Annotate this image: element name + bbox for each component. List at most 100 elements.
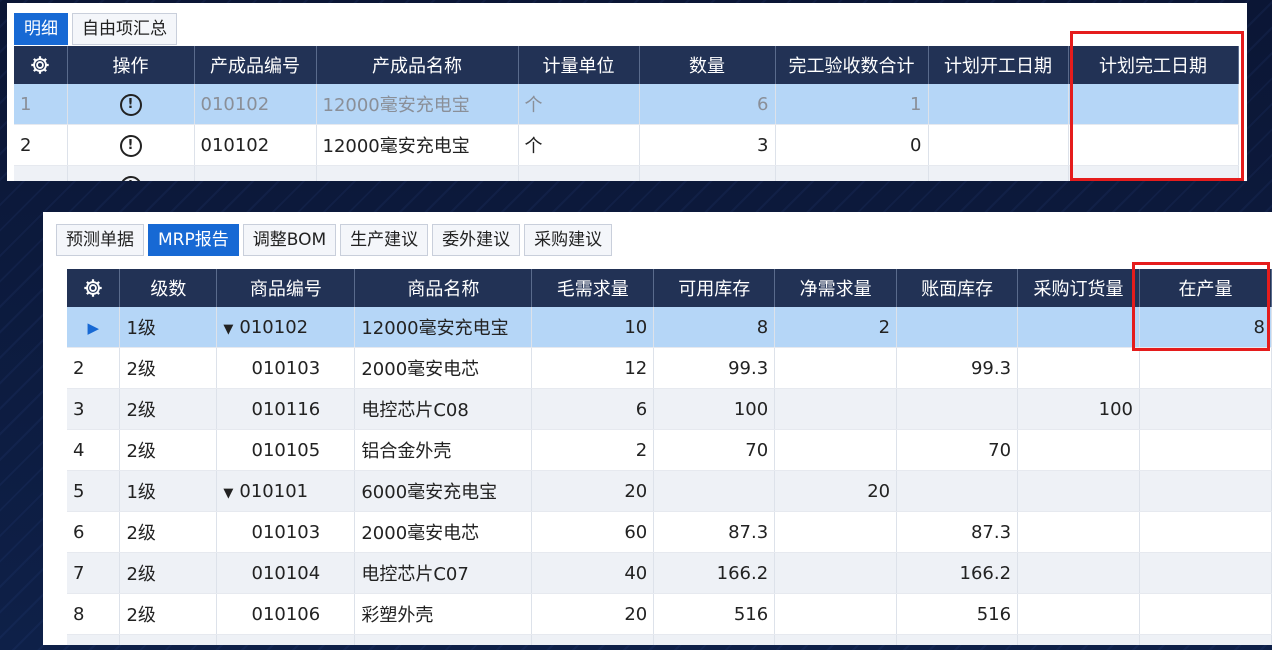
completed-total: 0: [775, 124, 929, 166]
wip-qty: [1139, 470, 1272, 512]
level: 2级: [119, 347, 218, 389]
table-row[interactable]: 7 2级 010104 电控芯片C07 40 166.2 166.2: [67, 552, 1272, 594]
plan-start-date[interactable]: [928, 84, 1069, 125]
table-row[interactable]: 4 2级 010105 铝合金外壳 2 70 70: [67, 429, 1272, 471]
col-plan-start-date[interactable]: 计划开工日期: [928, 46, 1069, 84]
gross-demand: 20: [531, 470, 655, 512]
item-code: 010103: [216, 511, 356, 553]
item-code: 010106: [216, 593, 356, 635]
detail-header-row: 操作 产成品编号 产成品名称 计量单位 数量 完工验收数合计 计划开工日期 计划…: [14, 46, 1239, 84]
available-stock: 99.3: [653, 347, 776, 389]
info-circle-icon[interactable]: !: [119, 94, 142, 116]
col-product-name[interactable]: 产成品名称: [316, 46, 519, 84]
table-row[interactable]: !: [14, 165, 1239, 181]
col-quantity[interactable]: 数量: [639, 46, 776, 84]
table-row[interactable]: ▶ 1级 ▼ 010102 12000毫安充电宝 10 8 2 8: [67, 307, 1272, 348]
wip-qty: [1139, 593, 1272, 635]
gear-icon[interactable]: [82, 277, 104, 299]
highlight-box-wip-qty: [1132, 262, 1270, 351]
plan-start-date[interactable]: [928, 124, 1069, 166]
purchase-order-qty: [1017, 552, 1141, 594]
table-row[interactable]: 6 2级 010103 2000毫安电芯 60 87.3 87.3: [67, 511, 1272, 553]
tab-outsourcing-advice[interactable]: 委外建议: [432, 224, 521, 256]
operation-cell[interactable]: !: [67, 124, 195, 166]
book-stock: 70: [896, 429, 1019, 471]
caret-down-icon[interactable]: ▼: [223, 322, 233, 337]
row-index: 3: [67, 388, 121, 430]
operation-cell[interactable]: !: [67, 84, 195, 125]
mrp-table: 级数 商品编号 商品名称 毛需求量 可用库存 净需求量 账面库存 采购订货量 在…: [67, 269, 1272, 645]
col-book-stock[interactable]: 账面库存: [896, 269, 1019, 307]
detail-table: 操作 产成品编号 产成品名称 计量单位 数量 完工验收数合计 计划开工日期 计划…: [14, 46, 1239, 181]
item-code: 010104: [216, 552, 356, 594]
book-stock: 99.3: [896, 347, 1019, 389]
book-stock: [896, 470, 1019, 512]
col-level[interactable]: 级数: [119, 269, 218, 307]
available-stock: 8: [653, 307, 776, 348]
tab-adjust-bom[interactable]: 调整BOM: [242, 224, 337, 256]
item-name: 铝合金外壳: [354, 429, 533, 471]
wip-qty: [1139, 347, 1272, 389]
col-item-name[interactable]: 商品名称: [354, 269, 533, 307]
row-indicator: ▶: [67, 307, 121, 348]
row-index: 2: [67, 347, 121, 389]
item-name: 2000毫安电芯: [354, 511, 533, 553]
settings-column[interactable]: [14, 46, 68, 84]
settings-column[interactable]: [67, 269, 121, 307]
gross-demand: 40: [531, 552, 655, 594]
table-row[interactable]: 1 ! 010102 12000毫安充电宝 个 6 1: [14, 84, 1239, 125]
row-index: 2: [14, 124, 68, 166]
purchase-order-qty: [1017, 347, 1141, 389]
quantity: 6: [639, 84, 776, 125]
product-code: 010102: [194, 84, 317, 125]
highlight-box-plan-end-date: [1070, 31, 1244, 181]
product-name: 12000毫安充电宝: [316, 124, 519, 166]
col-purchase-order-qty[interactable]: 采购订货量: [1017, 269, 1141, 307]
table-row[interactable]: 2 2级 010103 2000毫安电芯 12 99.3 99.3: [67, 347, 1272, 389]
col-unit[interactable]: 计量单位: [518, 46, 640, 84]
mrp-tabs: 预测单据 MRP报告 调整BOM 生产建议 委外建议 采购建议: [56, 224, 613, 256]
purchase-order-qty: [1017, 470, 1141, 512]
tab-detail[interactable]: 明细: [14, 13, 68, 45]
gross-demand: 60: [531, 511, 655, 553]
row-index: 8: [67, 593, 121, 635]
available-stock: 70: [653, 429, 776, 471]
table-row[interactable]: 3 2级 010116 电控芯片C08 6 100 100: [67, 388, 1272, 430]
detail-tabs: 明细 自由项汇总: [14, 13, 177, 45]
book-stock: [896, 307, 1019, 348]
tab-mrp-report[interactable]: MRP报告: [148, 224, 239, 256]
table-row[interactable]: 5 1级 ▼ 010101 6000毫安充电宝 20 20: [67, 470, 1272, 512]
info-circle-icon[interactable]: !: [119, 176, 142, 181]
col-product-code[interactable]: 产成品编号: [194, 46, 317, 84]
gear-icon[interactable]: [29, 54, 51, 76]
tab-production-advice[interactable]: 生产建议: [340, 224, 429, 256]
tab-free-item-summary[interactable]: 自由项汇总: [72, 13, 177, 45]
table-row[interactable]: [67, 634, 1272, 645]
gross-demand: 10: [531, 307, 655, 348]
table-row[interactable]: 8 2级 010106 彩塑外壳 20 516 516: [67, 593, 1272, 635]
operation-cell[interactable]: !: [67, 165, 195, 181]
item-name: 电控芯片C07: [354, 552, 533, 594]
col-available-stock[interactable]: 可用库存: [653, 269, 776, 307]
col-net-demand[interactable]: 净需求量: [774, 269, 898, 307]
item-code: 010103: [216, 347, 356, 389]
purchase-order-qty: [1017, 429, 1141, 471]
tab-forecast-docs[interactable]: 预测单据: [56, 224, 144, 256]
item-name: 彩塑外壳: [354, 593, 533, 635]
col-item-code[interactable]: 商品编号: [216, 269, 356, 307]
net-demand: 20: [774, 470, 898, 512]
purchase-order-qty: [1017, 307, 1141, 348]
info-circle-icon[interactable]: !: [119, 135, 142, 157]
level: 1级: [119, 470, 218, 512]
table-row[interactable]: 2 ! 010102 12000毫安充电宝 个 3 0: [14, 124, 1239, 166]
item-code: 010105: [216, 429, 356, 471]
caret-down-icon[interactable]: ▼: [223, 486, 233, 501]
col-completed-total[interactable]: 完工验收数合计: [775, 46, 929, 84]
net-demand: [774, 511, 898, 553]
unit: 个: [518, 124, 640, 166]
purchase-order-qty: 100: [1017, 388, 1141, 430]
col-operation[interactable]: 操作: [67, 46, 195, 84]
book-stock: 87.3: [896, 511, 1019, 553]
col-gross-demand[interactable]: 毛需求量: [531, 269, 655, 307]
tab-purchase-advice[interactable]: 采购建议: [524, 224, 613, 256]
